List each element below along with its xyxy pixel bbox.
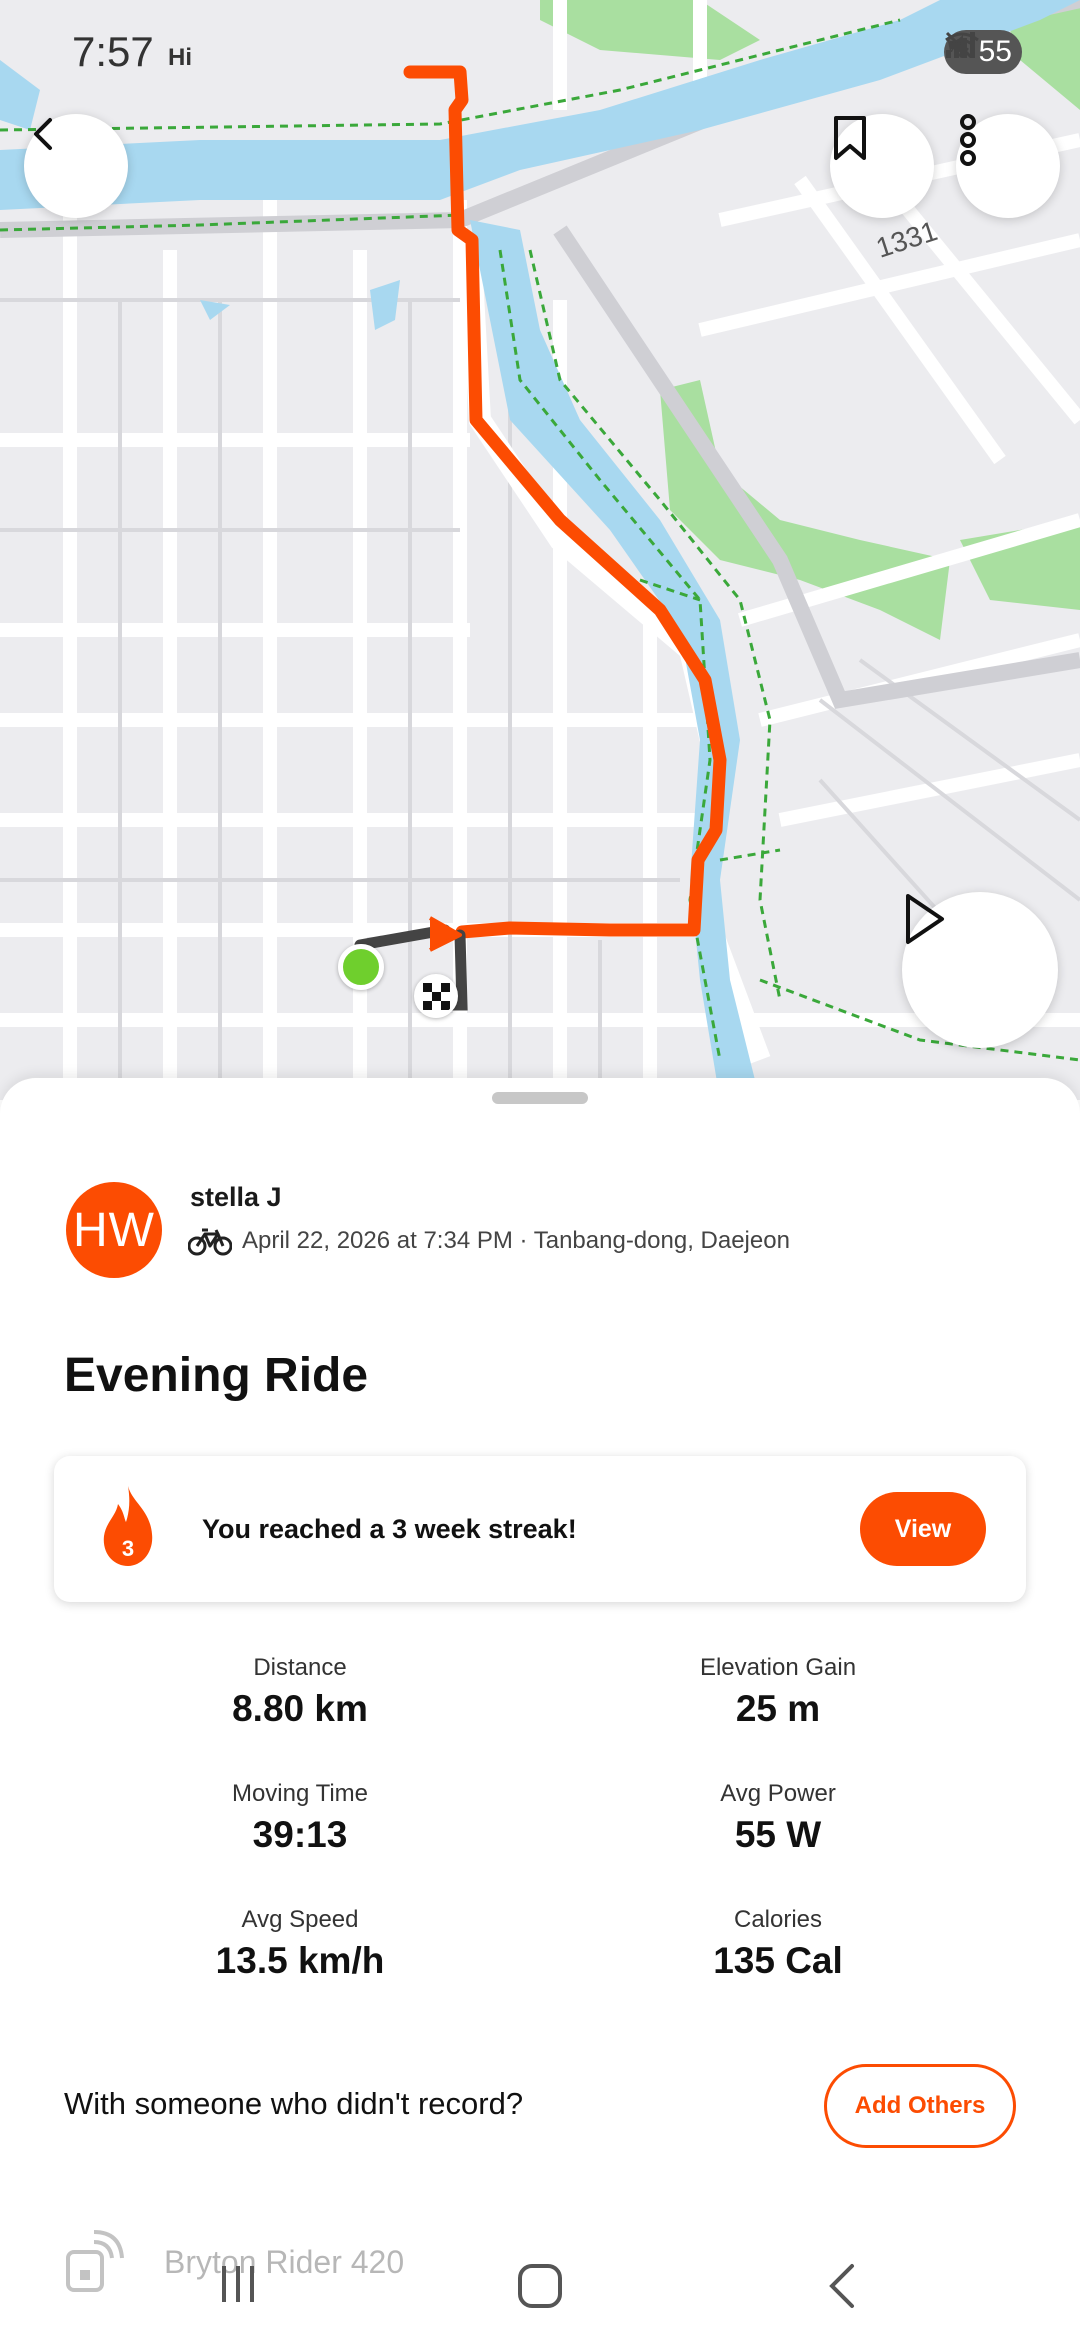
stat-moving-time: Moving Time 39:13: [100, 1780, 500, 1856]
activity-date-location: April 22, 2026 at 7:34 PM · Tanbang-dong…: [242, 1227, 790, 1254]
status-hi-label: Hi: [168, 44, 192, 71]
finish-marker: [414, 974, 458, 1018]
bike-icon: [188, 1228, 232, 1256]
start-marker: [338, 944, 384, 990]
system-back-button[interactable]: [824, 2262, 860, 2315]
more-options-button[interactable]: [956, 114, 1060, 218]
activity-title: Evening Ride: [64, 1349, 369, 1402]
stat-label: Avg Speed: [241, 1906, 359, 1933]
home-button[interactable]: [516, 2262, 564, 2315]
streak-count: 3: [122, 1536, 134, 1561]
stat-label: Distance: [253, 1654, 347, 1681]
flyover-play-button[interactable]: [902, 892, 1058, 1048]
add-others-button[interactable]: Add Others: [824, 2064, 1016, 2148]
stat-value: 55 W: [734, 1814, 822, 1855]
save-route-button[interactable]: [830, 114, 934, 218]
system-navigation-bar: [0, 2240, 1080, 2340]
status-icons: Vo 55: [944, 30, 1022, 74]
chevron-left-icon: [34, 118, 52, 150]
add-others-prompt: With someone who didn't record?: [64, 2086, 524, 2121]
back-button[interactable]: [24, 114, 128, 218]
streak-message: You reached a 3 week streak!: [202, 1514, 577, 1544]
stat-value: 13.5 km/h: [215, 1940, 385, 1981]
bookmark-icon: [834, 116, 866, 160]
home-icon: [518, 2264, 562, 2308]
sheet-drag-handle[interactable]: [492, 1092, 588, 1104]
back-arrow-icon: [829, 2264, 854, 2308]
activity-meta: April 22, 2026 at 7:34 PM · Tanbang-dong…: [188, 1226, 790, 1256]
route-map[interactable]: 1331 7:57 Hi Vo 55: [0, 0, 1080, 1100]
stat-avg-speed: Avg Speed 13.5 km/h: [100, 1906, 500, 1982]
play-icon: [906, 894, 944, 944]
checkered-flag-icon: [417, 977, 455, 1015]
activity-details-sheet: HW stella J April 22, 2026 at 7:34 PM · …: [0, 1078, 1080, 2340]
view-streak-button[interactable]: View: [860, 1492, 986, 1566]
stat-label: Calories: [733, 1906, 823, 1933]
stat-value: 135 Cal: [713, 1940, 843, 1981]
stat-value: 8.80 km: [232, 1688, 368, 1729]
stat-value: 25 m: [735, 1688, 821, 1729]
avatar[interactable]: HW: [66, 1182, 162, 1278]
stat-value: 39:13: [252, 1814, 348, 1855]
stat-distance: Distance 8.80 km: [100, 1654, 500, 1730]
stat-label: Elevation Gain: [699, 1654, 857, 1681]
signal-icon: [946, 32, 975, 58]
stat-elevation-gain: Elevation Gain 25 m: [578, 1654, 978, 1730]
recents-icon: [222, 2266, 254, 2302]
route-number-label: 1331: [872, 215, 941, 264]
streak-card: 3 You reached a 3 week streak! View: [54, 1456, 1026, 1602]
status-time: 7:57: [72, 28, 154, 75]
stat-label: Moving Time: [231, 1780, 369, 1807]
stat-calories: Calories 135 Cal: [578, 1906, 978, 1982]
more-vertical-icon: [960, 114, 976, 166]
stat-label: Avg Power: [720, 1780, 836, 1807]
stat-avg-power: Avg Power 55 W: [578, 1780, 978, 1856]
athlete-name[interactable]: stella J: [190, 1182, 282, 1213]
recent-apps-button[interactable]: [216, 2262, 260, 2311]
flame-icon: 3: [103, 1486, 153, 1566]
